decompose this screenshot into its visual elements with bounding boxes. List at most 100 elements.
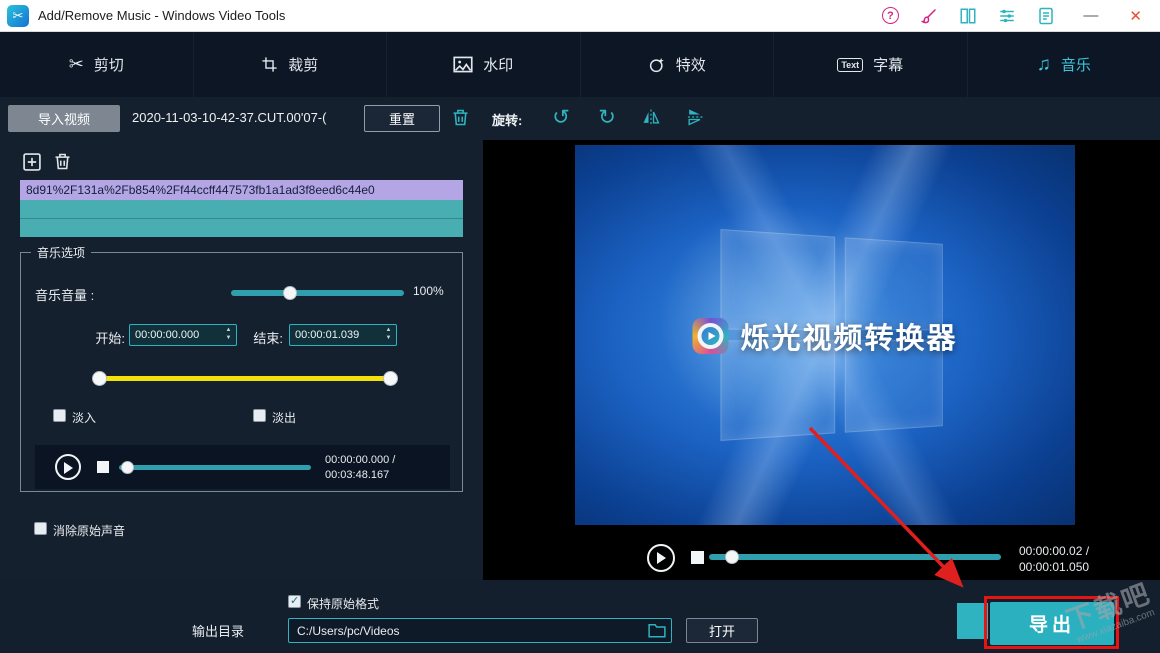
watermark-icon [453, 56, 473, 73]
output-dir-field [288, 618, 672, 643]
titlebar: ✂ Add/Remove Music - Windows Video Tools… [0, 0, 1160, 32]
video-caption: 烁光视频转换器 [692, 315, 957, 357]
main-nav: ✂ 剪切 裁剪 水印 特效 Text 字幕 ♫ 音乐 [0, 32, 1160, 97]
window-title: Add/Remove Music - Windows Video Tools [38, 8, 285, 23]
video-caption-text: 烁光视频转换器 [740, 315, 957, 357]
export-accent-block[interactable] [957, 603, 988, 639]
music-time-total: 00:03:48.167 [325, 468, 395, 483]
video-controls: 00:00:00.02 / 00:00:01.050 [483, 537, 1160, 580]
video-time-current: 00:00:00.02 / [1019, 544, 1089, 560]
volume-slider[interactable] [231, 290, 404, 296]
waveform-display[interactable] [20, 200, 463, 237]
volume-value: 100% [413, 284, 444, 298]
output-dir-input[interactable] [289, 619, 671, 642]
sub-toolbar: 导入视频 2020-11-03-10-42-37.CUT.00'07-( 重置 … [0, 97, 1160, 140]
volume-slider-thumb[interactable] [283, 286, 297, 300]
rotate-right-icon[interactable]: ↻ [594, 105, 620, 131]
start-time-field [129, 324, 237, 346]
folder-icon[interactable] [648, 622, 666, 638]
end-time-input[interactable] [290, 325, 396, 345]
trim-end-thumb[interactable] [383, 371, 398, 386]
volume-label: 音乐音量 : [35, 285, 94, 304]
document-icon[interactable] [1036, 6, 1056, 26]
music-play-button[interactable] [55, 454, 81, 480]
trim-range-slider[interactable] [99, 376, 391, 381]
crop-icon [261, 56, 278, 73]
subtitle-text-icon: Text [837, 58, 863, 72]
start-time-spinner[interactable] [222, 325, 235, 345]
tab-cut[interactable]: ✂ 剪切 [0, 32, 194, 97]
start-label: 开始: [81, 328, 125, 347]
paint-brush-icon[interactable] [919, 6, 939, 26]
music-options-group: 音乐选项 音乐音量 : 100% 开始: 结束: 淡入 [20, 252, 463, 492]
tab-subtitle-label: 字幕 [873, 54, 903, 75]
output-dir-label: 输出目录 [192, 621, 244, 640]
tab-cut-label: 剪切 [94, 54, 124, 75]
scissors-icon: ✂ [69, 54, 84, 75]
video-preview-zone: 烁光视频转换器 00:00:00.02 / 00:00:01.050 [483, 140, 1160, 580]
tab-crop-label: 裁剪 [288, 54, 318, 75]
video-seek-thumb[interactable] [725, 550, 739, 564]
close-button[interactable]: ✕ [1129, 7, 1142, 25]
waveform-midline [20, 218, 463, 219]
video-play-button[interactable] [647, 544, 675, 572]
music-panel: 8d91%2F131a%2Fb854%2Ff44ccff447573fb1a1a… [0, 140, 483, 580]
converter-logo-icon [692, 318, 728, 354]
video-stop-button[interactable] [691, 551, 704, 564]
app-logo-icon: ✂ [7, 5, 29, 27]
flip-vertical-icon[interactable] [684, 107, 710, 133]
delete-music-icon[interactable] [52, 151, 73, 172]
flip-horizontal-icon[interactable] [640, 107, 666, 133]
layout-icon[interactable] [958, 6, 978, 26]
tab-watermark-label: 水印 [483, 54, 513, 75]
remove-original-audio-checkbox[interactable] [34, 522, 47, 535]
tab-crop[interactable]: 裁剪 [194, 32, 388, 97]
settings-sliders-icon[interactable] [997, 6, 1017, 26]
tab-effects-label: 特效 [676, 54, 706, 75]
fade-in-checkbox[interactable] [53, 409, 66, 422]
fade-out-label: 淡出 [272, 409, 296, 426]
import-video-button[interactable]: 导入视频 [8, 105, 120, 132]
video-time-total: 00:00:01.050 [1019, 560, 1089, 576]
end-time-spinner[interactable] [382, 325, 395, 345]
video-seek-slider[interactable] [709, 554, 1001, 560]
video-time-display: 00:00:00.02 / 00:00:01.050 [1019, 544, 1089, 575]
rotate-label: 旋转: [492, 110, 522, 129]
tab-subtitle[interactable]: Text 字幕 [774, 32, 968, 97]
music-options-title: 音乐选项 [31, 244, 91, 261]
start-time-input[interactable] [130, 325, 236, 345]
delete-video-icon[interactable] [450, 107, 471, 128]
fade-in-label: 淡入 [72, 409, 96, 426]
current-filename: 2020-11-03-10-42-37.CUT.00'07-( [132, 110, 326, 125]
titlebar-icons: ? — ✕ [880, 6, 1160, 26]
tab-music-label: 音乐 [1061, 54, 1091, 75]
minimize-button[interactable]: — [1083, 7, 1098, 24]
output-bar: 保持原始格式 输出目录 打开 导出 [0, 580, 1160, 653]
effects-icon [648, 56, 666, 74]
add-music-icon[interactable] [22, 152, 42, 172]
music-time-current: 00:00:00.000 / [325, 453, 395, 468]
music-note-icon: ♫ [1037, 55, 1051, 74]
open-button[interactable]: 打开 [686, 618, 758, 643]
export-button[interactable]: 导出 [990, 602, 1114, 645]
help-icon[interactable]: ? [880, 6, 900, 26]
app-window: ✂ Add/Remove Music - Windows Video Tools… [0, 0, 1160, 653]
music-seek-thumb[interactable] [121, 461, 134, 474]
tab-effects[interactable]: 特效 [581, 32, 775, 97]
tab-watermark[interactable]: 水印 [387, 32, 581, 97]
music-track-item[interactable]: 8d91%2F131a%2Fb854%2Ff44ccff447573fb1a1a… [20, 180, 463, 200]
music-stop-button[interactable] [97, 461, 109, 473]
music-preview-bar: 00:00:00.000 / 00:03:48.167 [35, 445, 450, 489]
tab-music[interactable]: ♫ 音乐 [968, 32, 1160, 97]
music-seek-slider[interactable] [119, 465, 311, 470]
reset-button[interactable]: 重置 [364, 105, 440, 132]
video-frame: 烁光视频转换器 [575, 145, 1075, 525]
keep-format-checkbox[interactable] [288, 595, 301, 608]
keep-format-label: 保持原始格式 [307, 595, 379, 612]
trim-start-thumb[interactable] [92, 371, 107, 386]
music-time-display: 00:00:00.000 / 00:03:48.167 [325, 453, 395, 483]
end-time-field [289, 324, 397, 346]
remove-original-audio-label: 消除原始声音 [53, 522, 125, 539]
fade-out-checkbox[interactable] [253, 409, 266, 422]
rotate-left-icon[interactable]: ↺ [548, 105, 574, 131]
